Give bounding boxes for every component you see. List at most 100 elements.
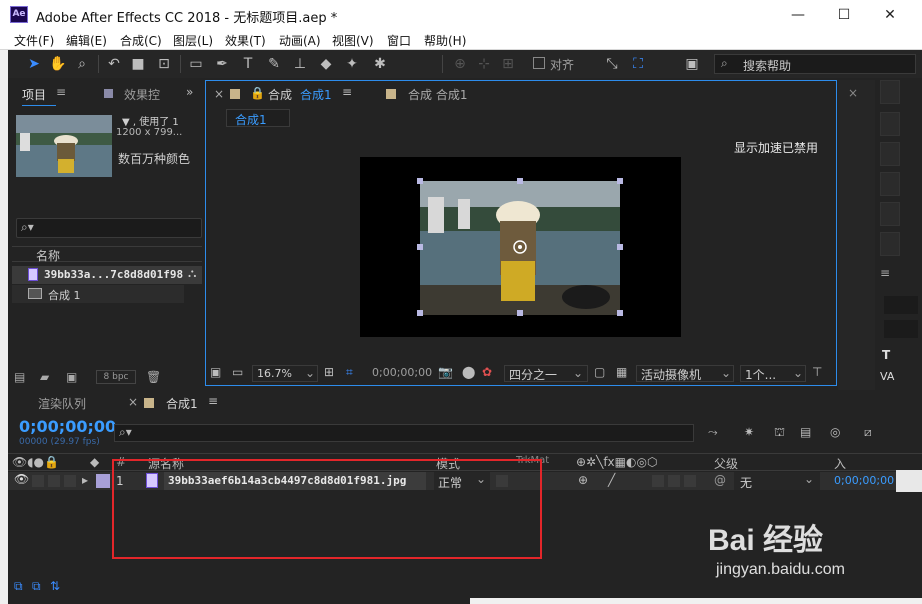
flowchart-icon[interactable]: ⛬ <box>188 266 196 281</box>
panel-menu-icon[interactable]: ≡ <box>208 394 218 408</box>
menu-file[interactable]: 文件(F) <box>14 32 54 49</box>
snap-option-icon[interactable]: ⤡ <box>602 54 622 74</box>
view-axis-icon[interactable]: ⊞ <box>498 54 518 74</box>
minimize-button[interactable]: — <box>782 4 814 26</box>
tab-render-queue[interactable]: 渲染队列 <box>38 395 86 412</box>
resolution-dropdown[interactable]: 四分之一 ⌄ <box>504 365 588 382</box>
menu-animation[interactable]: 动画(A) <box>279 32 321 49</box>
eraser-tool-icon[interactable]: ◆ <box>316 54 336 74</box>
roto-brush-tool-icon[interactable]: ✦ <box>342 54 362 74</box>
menu-composition[interactable]: 合成(C) <box>120 32 162 49</box>
switch-toggle[interactable] <box>652 475 664 487</box>
viewer-tab-comp[interactable]: 合成1 <box>300 86 332 103</box>
delete-icon[interactable]: 🗑 <box>146 370 161 384</box>
collapsed-panel[interactable] <box>880 112 900 136</box>
quality-switch-icon[interactable]: ╱ <box>608 473 615 487</box>
grid-guides-icon[interactable]: ⊞ <box>324 365 334 379</box>
hand-tool-icon[interactable]: ✋ <box>48 54 68 74</box>
comp-breadcrumb[interactable]: 合成1 <box>226 109 290 127</box>
lock-toggle[interactable] <box>64 475 76 487</box>
reset-exposure-icon[interactable]: ⊤ <box>812 365 822 379</box>
zoom-dropdown[interactable]: 16.7% ⌄ <box>252 365 318 382</box>
pan-behind-tool-icon[interactable]: ⊡ <box>154 54 174 74</box>
maximize-button[interactable]: ☐ <box>828 4 860 26</box>
camera-dropdown[interactable]: 活动摄像机 ⌄ <box>636 365 734 382</box>
character-size-field[interactable] <box>884 320 918 338</box>
tab-project[interactable]: 项目 <box>22 86 46 103</box>
help-search-box[interactable]: ⌕ 搜索帮助 <box>714 54 916 74</box>
pen-tool-icon[interactable]: ✒ <box>212 54 232 74</box>
new-folder-icon[interactable]: ▰ <box>40 370 49 384</box>
close-tab-icon[interactable]: × <box>214 87 224 101</box>
tab-effect-controls[interactable]: 效果控 <box>124 86 160 103</box>
hide-shy-layers-icon[interactable]: ⛫ <box>774 425 785 441</box>
collapsed-panel[interactable] <box>880 232 900 256</box>
switch-toggle[interactable] <box>668 475 680 487</box>
local-axis-icon[interactable]: ⊕ <box>450 54 470 74</box>
views-dropdown[interactable]: 1个... ⌄ <box>740 365 806 382</box>
menu-effect[interactable]: 效果(T) <box>225 32 266 49</box>
current-time[interactable]: 0;00;00;00 <box>19 417 116 436</box>
show-snapshot-icon[interactable]: ⬤ <box>462 365 475 379</box>
draft-3d-icon[interactable]: ✷ <box>744 425 754 439</box>
layer-switches-toggle-icon[interactable]: ⧉ <box>14 579 23 594</box>
visibility-eye-icon[interactable]: 👁 <box>14 472 29 486</box>
frame-blending-icon[interactable]: ▤ <box>800 425 811 439</box>
type-tool-icon[interactable]: T <box>238 54 258 74</box>
snap-target-icon[interactable]: ⛶ <box>628 54 648 74</box>
workspace-icon[interactable]: ▣ <box>682 54 702 74</box>
close-button[interactable]: ✕ <box>874 4 906 26</box>
tab-comp-timeline[interactable]: 合成1 <box>166 395 198 412</box>
in-out-toggle-icon[interactable]: ⇅ <box>50 579 60 593</box>
brush-tool-icon[interactable]: ✎ <box>264 54 284 74</box>
project-item-row[interactable]: 合成 1 <box>12 285 184 303</box>
viewer-tab-label[interactable]: 合成 <box>268 86 292 103</box>
composition-canvas[interactable] <box>360 157 681 337</box>
panel-menu-icon[interactable]: ≡ <box>342 85 352 99</box>
rotate-tool-icon[interactable]: ↶ <box>104 54 124 74</box>
character-font-field[interactable] <box>884 296 918 314</box>
menu-view[interactable]: 视图(V) <box>332 32 374 49</box>
parent-dropdown[interactable]: 无 ⌄ <box>734 472 820 490</box>
zoom-tool-icon[interactable]: ⌕ <box>72 54 92 74</box>
expand-triangle-icon[interactable]: ▸ <box>82 473 88 487</box>
pick-whip-icon[interactable]: @ <box>714 473 726 487</box>
color-channel-icon[interactable]: ✿ <box>482 365 492 379</box>
camera-tool-icon[interactable]: ■ <box>128 54 148 74</box>
collapsed-panel[interactable] <box>880 202 900 226</box>
layer-label-color[interactable] <box>96 474 110 488</box>
project-item-row[interactable]: 39bb33a...7c8d8d01f98 ⛬ <box>12 266 202 284</box>
clone-stamp-tool-icon[interactable]: ⊥ <box>290 54 310 74</box>
collapsed-panel[interactable] <box>880 80 900 104</box>
menu-layer[interactable]: 图层(L) <box>173 32 213 49</box>
new-composition-icon[interactable]: ▣ <box>66 370 77 384</box>
region-of-interest-icon[interactable]: ▢ <box>594 365 605 379</box>
menu-edit[interactable]: 编辑(E) <box>66 32 107 49</box>
close-tab-icon[interactable]: × <box>128 395 138 409</box>
snap-checkbox[interactable] <box>533 57 545 69</box>
shy-switch-icon[interactable]: ⊕ <box>578 473 588 487</box>
panel-menu-icon[interactable]: ≡ <box>880 266 890 280</box>
close-tab-icon[interactable]: × <box>848 86 858 100</box>
rectangle-tool-icon[interactable]: ▭ <box>186 54 206 74</box>
selection-tool-icon[interactable]: ➤ <box>24 54 44 74</box>
second-tab-label[interactable]: 合成 合成1 <box>408 86 467 103</box>
collapsed-panel[interactable] <box>880 142 900 166</box>
puppet-tool-icon[interactable]: ✱ <box>370 54 390 74</box>
monitor-icon[interactable]: ▭ <box>232 365 243 379</box>
layer-in-point[interactable]: 0;00;00;00 <box>834 474 894 487</box>
viewer-timecode[interactable]: 0;00;00;00 <box>372 366 432 379</box>
audio-toggle[interactable] <box>32 475 44 487</box>
menu-window[interactable]: 窗口 <box>387 32 411 49</box>
snapshot-icon[interactable]: 📷 <box>438 365 453 379</box>
switch-toggle[interactable] <box>684 475 696 487</box>
overflow-tabs-icon[interactable]: » <box>186 85 193 99</box>
column-name[interactable]: 名称 <box>36 247 60 264</box>
solo-toggle[interactable] <box>48 475 60 487</box>
always-preview-icon[interactable]: ▣ <box>210 365 221 379</box>
panel-menu-icon[interactable]: ≡ <box>56 85 66 99</box>
transparency-grid-icon[interactable]: ▦ <box>616 365 627 379</box>
text-size-icon[interactable]: T <box>882 348 890 362</box>
timeline-search-input[interactable]: ⌕▾ <box>114 424 694 442</box>
motion-blur-icon[interactable]: ◎ <box>830 425 840 439</box>
